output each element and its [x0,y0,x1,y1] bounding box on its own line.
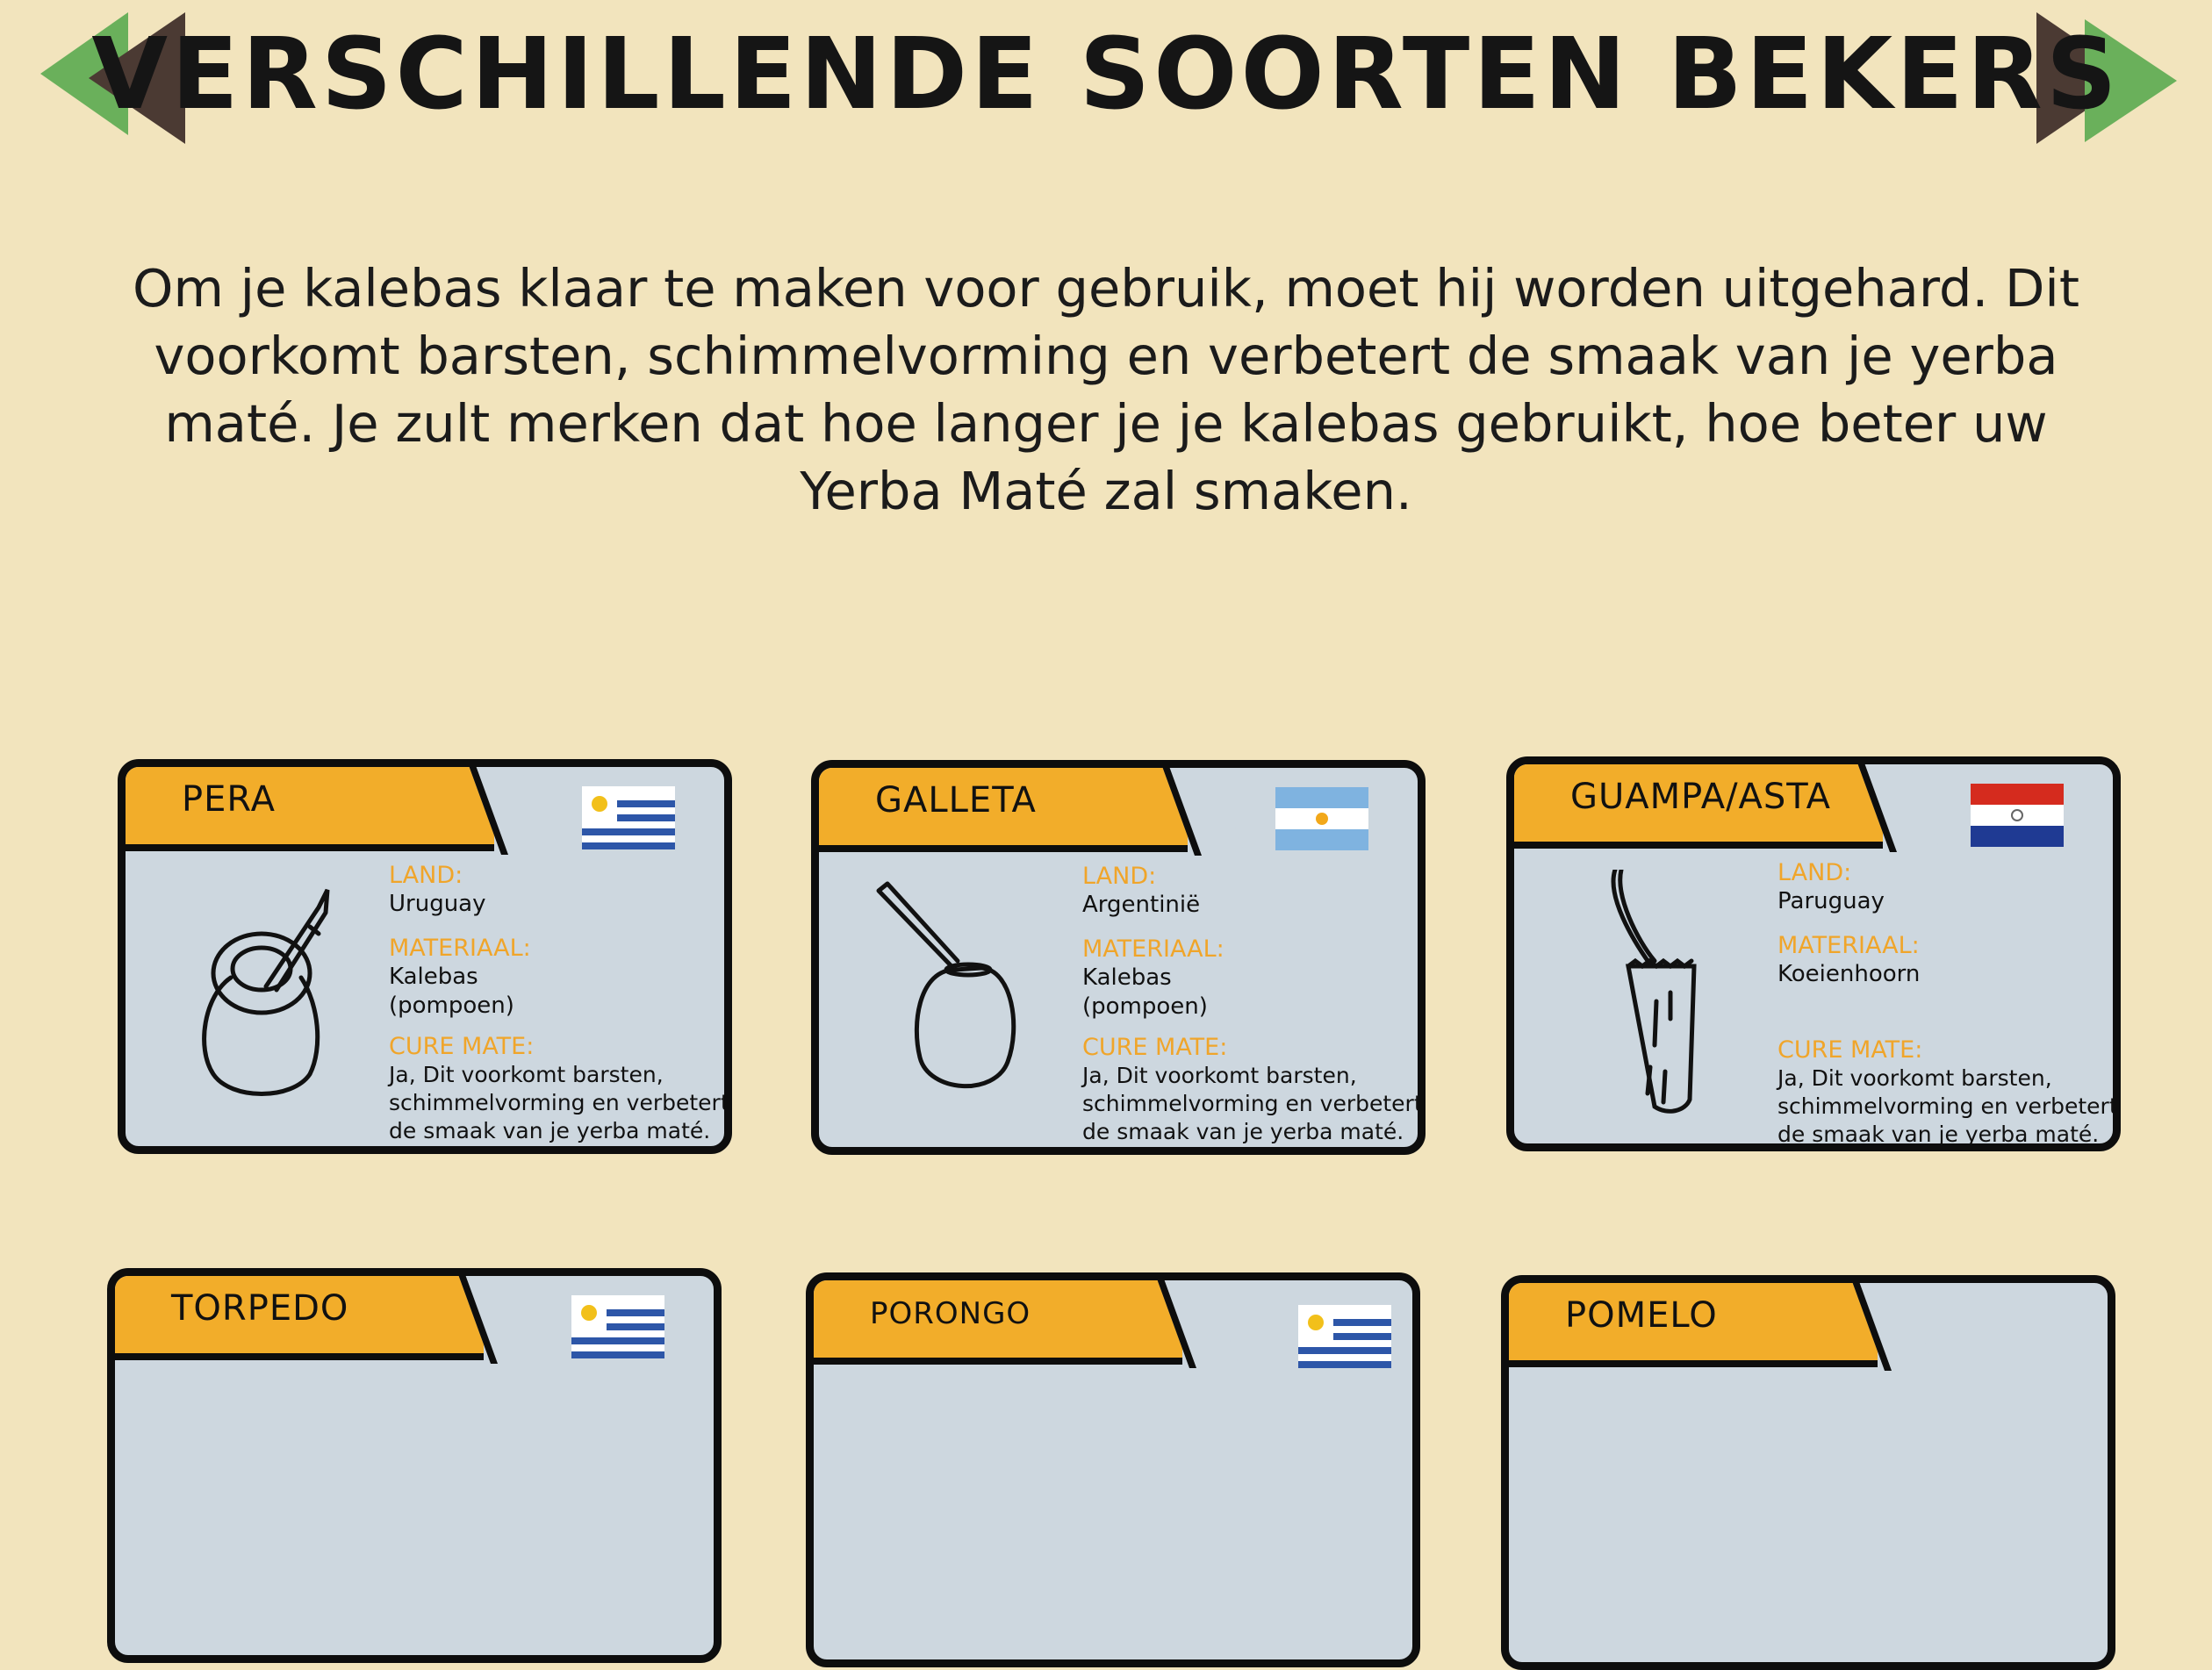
material-value: Koeienhoorn [1778,961,1921,987]
card-guampa-asta[interactable]: GUAMPA/ASTA LAND: Paruguay MATERIAAL: Ko… [1506,756,2121,1151]
uruguay-flag-icon [1298,1305,1391,1368]
material-value: Kalebas (pompoen) [389,964,514,1019]
card-info: LAND: Argentinië MATERIAAL: Kalebas (pom… [1082,856,1423,1146]
card-info: LAND: Paruguay MATERIAAL: Koeienhoorn CU… [1778,852,2118,1147]
card-pera[interactable]: PERA LAND: Uruguay MATERIAAL: Kalebas (p… [118,759,732,1154]
material-value: Kalebas (pompoen) [1082,964,1208,1020]
land-value: Paruguay [1778,888,1885,914]
card-title: GALLETA [875,780,1037,821]
uruguay-flag-icon [571,1295,664,1358]
pera-cup-icon [202,888,330,1096]
card-title: TORPEDO [171,1288,349,1329]
card-title: PORONGO [870,1296,1031,1331]
card-pomelo[interactable]: POMELO [1501,1275,2115,1670]
card-info: LAND: Uruguay MATERIAAL: Kalebas (pompoe… [389,855,729,1145]
card-galleta[interactable]: GALLETA LAND: Argentinië MATERIAAL: Kale… [811,760,1426,1155]
uruguay-flag-icon [582,786,675,849]
guampa-cup-icon [1611,870,1697,1114]
card-title: PERA [182,779,276,820]
land-value: Uruguay [389,891,486,917]
galleta-cup-icon [876,881,1016,1089]
cure-value: Ja, Dit voorkomt barsten, schimmelvormin… [1778,1065,2118,1147]
paraguay-flag-icon [1971,784,2064,847]
intro-text: Om je kalebas klaar te maken voor gebrui… [133,258,2079,521]
page-title: VERSCHILLENDE SOORTEN BEKERS [91,18,2121,132]
card-title: GUAMPA/ASTA [1570,777,1831,817]
card-title: POMELO [1565,1295,1718,1336]
argentina-flag-icon [1275,787,1368,850]
land-value: Argentinië [1082,892,1201,918]
cure-value: Ja, Dit voorkomt barsten, schimmelvormin… [1082,1063,1423,1144]
cure-value: Ja, Dit voorkomt barsten, schimmelvormin… [389,1062,729,1143]
card-header [126,767,494,851]
card-torpedo[interactable]: TORPEDO [107,1268,722,1663]
card-porongo[interactable]: PORONGO [806,1272,1420,1667]
